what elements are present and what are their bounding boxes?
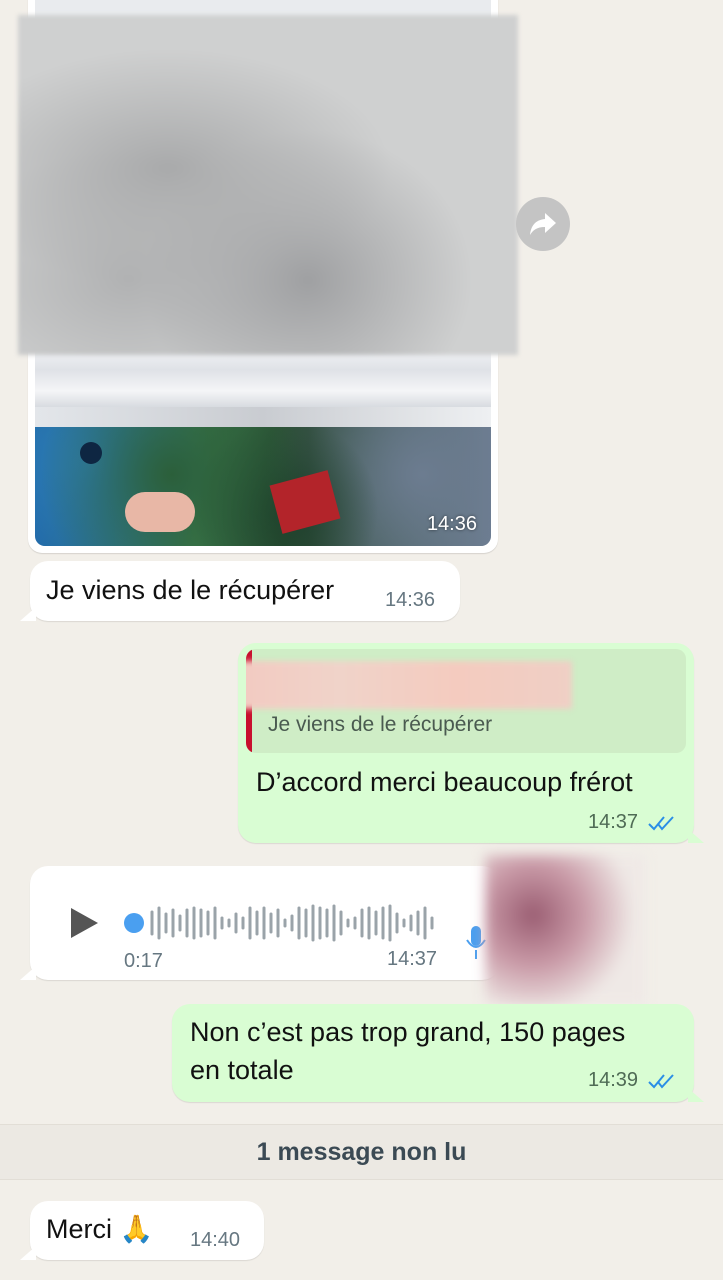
sent-message-reply[interactable]: Je viens de le récupérer D’accord merci … — [238, 643, 704, 843]
message-text: D’accord merci beaucoup frérot — [256, 767, 633, 797]
voice-duration: 0:17 — [124, 950, 163, 972]
blurred-avatar — [485, 855, 645, 1005]
sent-message[interactable]: Non c’est pas trop grand, 150 pages en t… — [172, 1004, 704, 1102]
play-icon[interactable] — [68, 906, 100, 940]
message-text-line1: Non c’est pas trop grand, 150 pages — [190, 1017, 626, 1047]
audio-waveform[interactable] — [122, 902, 442, 942]
message-time: 14:36 — [385, 589, 436, 611]
voice-message[interactable]: 0:17 14:37 — [20, 866, 500, 980]
microphone-icon — [466, 926, 486, 959]
forward-button[interactable] — [516, 197, 570, 251]
blurred-sender-name — [246, 661, 572, 709]
forward-icon — [530, 213, 556, 235]
message-time: 14:40 — [190, 1229, 241, 1251]
quoted-message[interactable]: Je viens de le récupérer — [246, 649, 686, 753]
message-text: Merci 🙏 — [46, 1214, 154, 1244]
blurred-region — [18, 15, 518, 355]
double-check-icon — [647, 1074, 674, 1089]
message-time: 14:39 — [588, 1069, 676, 1092]
received-message[interactable]: Je viens de le récupérer 14:36 — [20, 561, 460, 621]
received-message[interactable]: Merci 🙏 14:40 — [20, 1201, 264, 1260]
quoted-text: Je viens de le récupérer — [268, 713, 493, 736]
unread-label: 1 message non lu — [256, 1137, 467, 1166]
double-check-icon — [647, 816, 674, 831]
message-text: Je viens de le récupérer — [46, 575, 335, 605]
message-text-line2: en totale — [190, 1055, 294, 1085]
image-time: 14:36 — [426, 513, 477, 535]
message-time: 14:37 — [588, 811, 676, 834]
unread-separator: 1 message non lu — [0, 1124, 723, 1180]
message-time: 14:37 — [387, 948, 438, 970]
